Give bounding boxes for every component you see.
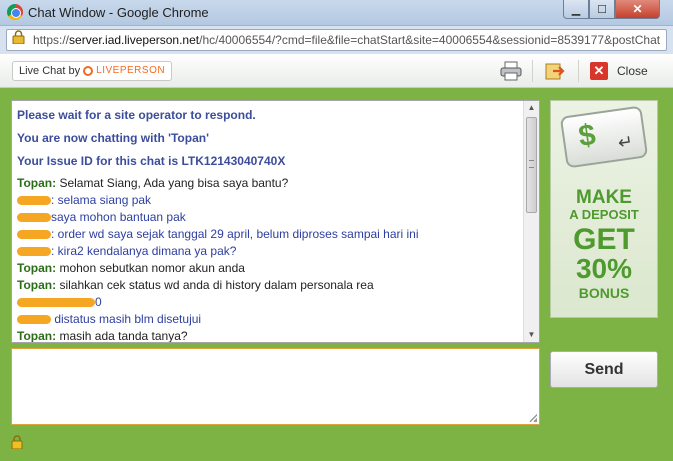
operator-name: Topan: <box>17 329 57 343</box>
address-bar: https://server.iad.liveperson.net/hc/400… <box>0 26 673 54</box>
operator-name: Topan: <box>17 261 57 275</box>
message-text: masih ada tanda tanya? <box>59 329 188 343</box>
message-text: silahkan cek status wd anda di history d… <box>59 278 374 292</box>
redacted-name <box>17 247 51 257</box>
toolbar-divider <box>578 60 579 82</box>
lock-icon <box>12 30 25 44</box>
system-message: Your Issue ID for this chat is LTK121430… <box>17 154 286 168</box>
send-button[interactable]: Send <box>550 351 658 388</box>
scroll-down-icon[interactable]: ▼ <box>524 328 539 342</box>
scroll-up-icon[interactable]: ▲ <box>524 101 539 115</box>
message-text: 0 <box>95 295 102 309</box>
print-icon[interactable] <box>500 61 522 81</box>
redacted-name <box>17 213 51 223</box>
minimize-button[interactable]: ▁ <box>563 0 589 19</box>
redacted-name <box>17 315 51 325</box>
message-text: saya mohon bantuan pak <box>51 210 186 224</box>
secure-lock-icon <box>11 435 23 449</box>
message-list: Please wait for a site operator to respo… <box>17 106 522 343</box>
keyboard-key-icon: $ ↵ <box>559 105 649 169</box>
system-message: Please wait for a site operator to respo… <box>17 108 256 122</box>
ad-text: 30% <box>575 253 633 284</box>
url-path: /hc/40006554/?cmd=file&file=chatStart&si… <box>199 33 661 47</box>
transcript-scrollbar[interactable]: ▲ ▼ <box>523 101 539 342</box>
chat-toolbar: Live Chat by LIVEPERSON ✕ Close <box>0 54 673 88</box>
deposit-bonus-ad[interactable]: $ ↵ MAKE A DEPOSIT GET 30% BONUS <box>550 100 658 318</box>
liveperson-logo-icon <box>83 66 94 76</box>
badge-brand: LIVEPERSON <box>96 65 166 76</box>
grip-icon <box>529 160 534 168</box>
message-input[interactable] <box>11 348 540 425</box>
chat-line: Topan: silahkan cek status wd anda di hi… <box>17 277 522 294</box>
message-text: distatus masih blm disetujui <box>54 312 202 326</box>
url-host: server.iad.liveperson.net <box>69 33 200 47</box>
message-text: : selama siang pak <box>51 193 152 207</box>
resize-handle-icon[interactable] <box>529 414 537 422</box>
chat-line: : kira2 kendalanya dimana ya pak? <box>17 243 522 260</box>
url-prefix: https:// <box>33 33 70 47</box>
chat-line: 0 <box>17 294 522 311</box>
redacted-name <box>17 196 51 206</box>
chat-line: Topan: Selamat Siang, Ada yang bisa saya… <box>17 175 522 192</box>
system-message: You are now chatting with 'Topan' <box>17 131 209 145</box>
scroll-thumb[interactable] <box>526 117 537 213</box>
message-text: mohon sebutkan nomor akun anda <box>59 261 245 275</box>
message-text: : kira2 kendalanya dimana ya pak? <box>51 244 237 258</box>
chat-transcript[interactable]: Please wait for a site operator to respo… <box>11 100 540 343</box>
window-title: Chat Window - Google Chrome <box>28 5 209 20</box>
ad-text: A DEPOSIT <box>569 207 639 222</box>
redacted-name <box>17 230 51 240</box>
export-transcript-icon[interactable] <box>544 61 566 81</box>
close-chat-icon[interactable]: ✕ <box>590 62 608 80</box>
chat-line: Topan: masih ada tanda tanya? <box>17 328 522 343</box>
badge-text: Live Chat by <box>19 65 81 77</box>
ad-text: MAKE <box>576 187 632 208</box>
enter-arrow-icon: ↵ <box>616 131 635 154</box>
chat-line: : order wd saya sejak tanggal 29 april, … <box>17 226 522 243</box>
ad-text: GET <box>573 223 635 256</box>
chat-line: distatus masih blm disetujui <box>17 311 522 328</box>
chat-line: Topan: mohon sebutkan nomor akun anda <box>17 260 522 277</box>
ad-text: BONUS <box>578 285 630 301</box>
operator-name: Topan: <box>17 278 57 292</box>
maximize-button[interactable]: ☐ <box>589 0 615 19</box>
window-titlebar: Chat Window - Google Chrome ▁ ☐ ✕ <box>0 0 673 26</box>
message-text: : order wd saya sejak tanggal 29 april, … <box>51 227 419 241</box>
message-text: Selamat Siang, Ada yang bisa saya bantu? <box>59 176 289 190</box>
url-field[interactable]: https://server.iad.liveperson.net/hc/400… <box>6 29 667 51</box>
window-close-button[interactable]: ✕ <box>615 0 660 19</box>
dollar-icon: $ <box>576 118 598 154</box>
close-chat-label[interactable]: Close <box>617 64 648 78</box>
liveperson-badge[interactable]: Live Chat by LIVEPERSON <box>12 61 173 81</box>
operator-name: Topan: <box>17 176 57 190</box>
chat-line: : selama siang pak <box>17 192 522 209</box>
chrome-icon <box>7 4 23 20</box>
chat-line: saya mohon bantuan pak <box>17 209 522 226</box>
toolbar-divider <box>532 60 533 82</box>
redacted-name <box>17 298 95 308</box>
